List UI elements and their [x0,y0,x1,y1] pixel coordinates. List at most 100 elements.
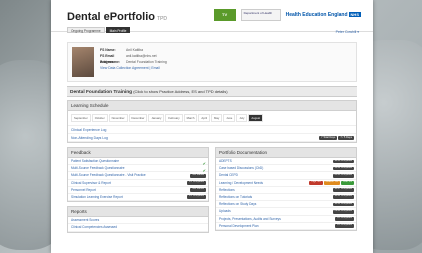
documentation-row[interactable]: Uploads 29/29 Completed [216,208,356,216]
status-badge: 20/20 Completed [332,173,354,178]
documentation-rows: ADEPTS 18/18 Completed Case based Discussi… [216,158,356,230]
right-column: Portfolio Documentation ADEPTS 18/18 Comp… [215,147,357,233]
reports-panel: Reports Assessment Scores Clinical Compet… [67,206,209,233]
status-badge: 7 / 5 Days [338,136,354,140]
schedule-row-badges: 7 Total Days 7 / 5 Days [319,136,354,140]
documentation-row[interactable]: Case based Discussions (CbD) 12/12 Comple… [216,165,356,173]
schedule-row[interactable]: Non-Attending Days Log 7 Total Days 7 / 5 … [68,134,356,142]
month-tab-june[interactable]: June [223,114,236,122]
feedback-row-label: Personnel Report [71,187,96,192]
report-row[interactable]: Assessment Scores [68,217,208,225]
documentation-row[interactable]: Reflections 10/17 Completed [216,187,356,194]
two-column-area: Feedback Patient Satisfaction Questionna… [67,147,357,233]
feedback-row[interactable]: Personnel Report Not Started [68,187,208,194]
status-badge: 18/18 Completed [332,159,354,164]
status-badge: 10/14 Completed [332,202,354,207]
documentation-row-badges: 29/29 Completed [332,209,354,214]
reports-rows: Assessment Scores Clinical Competencies A… [68,217,208,232]
nhs-logo: NHS [348,12,361,17]
documentation-row[interactable]: ADEPTS 18/18 Completed [216,158,356,166]
documentation-row[interactable]: Reflections on Tutorials 18/24 Completed [216,194,356,202]
status-badge: Not Started [190,173,206,178]
documentation-row-badges: 3/3 Completed [335,224,354,228]
month-tab-september[interactable]: September [71,114,91,122]
documentation-row-label: Personal Development Plan [219,223,259,228]
status-badge: Low: 0/0 [341,181,354,185]
feedback-panel: Feedback Patient Satisfaction Questionna… [67,147,209,203]
profile-card: FS Name: Anil Katliba FS Email Address: ani… [67,42,357,82]
feedback-row[interactable]: Multi-Source Feedback Questionnaire - Vi… [68,172,208,180]
data-collection-agreement-link[interactable]: View Data Collection Agreement | Email [100,65,167,71]
month-tab-april[interactable]: April [198,114,210,122]
nav-tabs: Ongoing Programme Main Profile [67,27,131,33]
status-badge: Medium: 0/0 [323,181,341,185]
documentation-row-label: Projects, Presentations, Audits and Surv… [219,216,281,221]
user-menu-link[interactable]: Peter Cowhill ▾ [336,30,359,34]
learning-schedule-panel: Learning Schedule September October Novemb… [67,100,357,143]
documentation-row[interactable]: Projects, Presentations, Audits and Surv… [216,216,356,223]
feedback-row[interactable]: Patient Satisfaction Questionnaire ✔ [68,158,208,166]
documentation-row-badges: 20/20 Completed [332,173,354,178]
reports-title: Reports [68,207,208,218]
partner-logos: TV Department of Health Health Education… [213,9,361,21]
status-badge: 1/1 Completed [187,195,206,200]
report-row-label: Clinical Competencies Assessed [71,225,118,230]
feedback-row[interactable]: Clinical Supervisor & Report 1/1 Complete… [68,180,208,187]
month-tab-may[interactable]: May [211,114,223,122]
documentation-row-label: Dental CEPD [219,173,238,178]
month-tab-march[interactable]: March [183,114,198,122]
documentation-row-label: Learning / Development Needs [219,180,263,185]
tab-ongoing-programme[interactable]: Ongoing Programme [67,27,105,33]
month-tab-july[interactable]: July [236,114,248,122]
feedback-row-label: Multi-Source Feedback Questionnaire [71,166,125,171]
department-of-health-logo: Department of Health [240,9,281,21]
documentation-row[interactable]: Personal Development Plan 3/3 Completed [216,223,356,230]
month-tab-august[interactable]: August [248,114,264,122]
schedule-row-label: Clinical Experience Log [71,128,107,132]
feedback-row[interactable]: Multi-Source Feedback Questionnaire ✔ [68,165,208,173]
feedback-rows: Patient Satisfaction Questionnaire ✔ Multi… [68,158,208,202]
documentation-row-label: ADEPTS [219,159,232,163]
month-tab-november[interactable]: November [108,114,128,122]
schedule-row[interactable]: Clinical Experience Log [68,126,356,134]
documentation-row-label: Uploads [219,209,231,214]
report-row-label: Assessment Scores [71,218,100,223]
schedule-row-label: Non-Attending Days Log [71,136,108,140]
documentation-row-label: Reflections on Tutorials [219,194,253,199]
month-selector: September October November December January F… [68,111,356,126]
documentation-row-badges: 10/17 Completed [332,188,354,193]
tab-main-profile[interactable]: Main Profile [105,27,131,33]
main-content: FS Name: Anil Katliba FS Email Address: ani… [67,42,357,233]
status-badge: Not Started [190,188,206,193]
documentation-row-badges: 5/5 Completed [335,217,354,221]
profile-fields: FS Name: Anil Katliba FS Email Address: ani… [100,47,167,71]
documentation-row-label: Case based Discussions (CbD) [219,166,264,171]
documentation-row-badges: 18/24 Completed [332,195,354,200]
month-tab-december[interactable]: December [128,114,148,122]
documentation-row-badges: 18/18 Completed [332,159,354,164]
month-tab-january[interactable]: January [148,114,165,122]
training-header-bar[interactable]: Dental Foundation Training (Click to sho… [67,86,357,97]
portfolio-page: Dental ePortfolio TPD Ongoing Programme Ma… [51,0,373,253]
month-tab-february[interactable]: February [165,114,183,122]
status-badge: High: 0/0 [309,181,323,185]
feedback-row-status: 1/1 Completed [187,195,206,200]
status-badge: 29/29 Completed [332,209,354,214]
status-badge: 5/5 Completed [335,217,354,221]
feedback-row-label: Simulation Learning Exercise Report [71,194,123,199]
status-badge: 10/17 Completed [332,188,354,193]
schedule-rows: Clinical Experience Log Non-Attending Day… [68,126,356,142]
learning-schedule-title: Learning Schedule [68,101,356,111]
feedback-row-status: 1/1 Completed [187,181,206,185]
top-bar: Dental ePortfolio TPD Ongoing Programme Ma… [51,0,373,34]
app-title-text: Dental ePortfolio [67,11,156,23]
documentation-row[interactable]: Reflections on Study Days 10/14 Completed [216,201,356,209]
feedback-row[interactable]: Simulation Learning Exercise Report 1/1 C… [68,194,208,202]
health-education-england-logo: Health Education England NHS [286,12,361,18]
month-tab-october[interactable]: October [91,114,108,122]
feedback-row-status: Not Started [190,188,206,193]
documentation-row-badges: 12/12 Completed [332,166,354,171]
report-row[interactable]: Clinical Competencies Assessed [68,224,208,232]
documentation-row[interactable]: Learning / Development Needs High: 0/0 Med… [216,180,356,187]
documentation-row[interactable]: Dental CEPD 20/20 Completed [216,172,356,180]
